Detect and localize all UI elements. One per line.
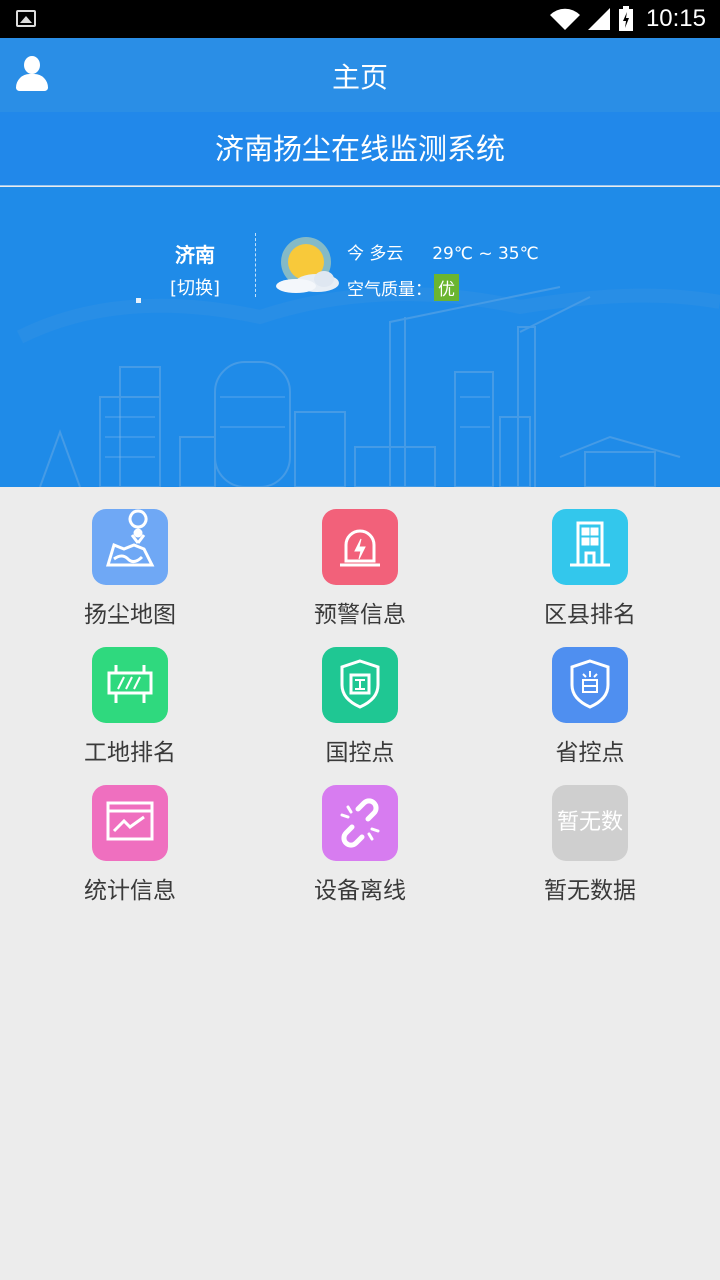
battery-icon: [618, 6, 633, 31]
status-time: 10:15: [645, 5, 706, 32]
status-bar: 10:15: [0, 0, 720, 38]
menu-label: 省控点: [555, 740, 625, 766]
menu-label: 扬尘地图: [84, 602, 176, 628]
chart-icon: [92, 785, 168, 861]
page-title: 主页: [331, 61, 388, 94]
menu-label: 区县排名: [544, 602, 636, 628]
weather-condition: 多云: [369, 244, 404, 264]
map-pin-icon: [92, 509, 168, 585]
building-icon: [552, 509, 628, 585]
weather-temperature: 29℃ ~ 35℃: [432, 244, 539, 264]
menu-item-provincial-point[interactable]: 省控点: [470, 625, 710, 766]
system-title: 济南扬尘在线监测系统: [0, 112, 720, 186]
no-data-icon-text: 暂无数: [556, 810, 623, 835]
construction-sign-icon: [92, 647, 168, 723]
weather-info: 今 多云 29℃ ~ 35℃ 空气质量： 优: [347, 239, 539, 301]
image-notification-icon: [16, 10, 36, 27]
menu-item-district-ranking[interactable]: 区县排名: [470, 487, 710, 628]
weather-city-block[interactable]: 济南 [切换]: [140, 239, 250, 300]
menu-item-no-data[interactable]: 暂无数 暂无数据: [470, 763, 710, 904]
weather-divider: [255, 233, 256, 297]
province-shield-icon: [552, 647, 628, 723]
no-data-icon: 暂无数: [552, 785, 628, 861]
menu-label: 工地排名: [84, 740, 176, 766]
air-quality-badge: 优: [434, 274, 459, 301]
menu-item-warning[interactable]: 预警信息: [240, 487, 480, 628]
signal-icon: [587, 8, 610, 30]
menu-label: 暂无数据: [544, 878, 636, 904]
menu-item-dust-map[interactable]: 扬尘地图: [10, 487, 250, 628]
broken-link-icon: [322, 785, 398, 861]
menu-label: 国控点: [325, 740, 395, 766]
wifi-icon: [549, 8, 580, 30]
city-name: 济南: [175, 243, 215, 267]
weather-hero: 济南 [切换] 今 多云 29℃ ~ 35℃ 空气质量： 优: [0, 187, 720, 487]
menu-label: 统计信息: [84, 878, 176, 904]
app-bar: 主页: [0, 38, 720, 112]
alarm-icon: [322, 509, 398, 585]
menu-item-device-offline[interactable]: 设备离线: [240, 763, 480, 904]
switch-city-link[interactable]: [切换]: [140, 274, 250, 300]
menu-item-national-point[interactable]: 国控点: [240, 625, 480, 766]
national-shield-icon: [322, 647, 398, 723]
menu-item-statistics[interactable]: 统计信息: [10, 763, 250, 904]
air-quality-label: 空气质量：: [347, 280, 432, 300]
menu-label: 预警信息: [314, 602, 406, 628]
weather-day: 今: [347, 244, 364, 264]
menu-label: 设备离线: [314, 878, 406, 904]
city-skyline-illustration: [16, 286, 720, 487]
menu-item-site-ranking[interactable]: 工地排名: [10, 625, 250, 766]
partly-cloudy-icon: [276, 237, 339, 293]
